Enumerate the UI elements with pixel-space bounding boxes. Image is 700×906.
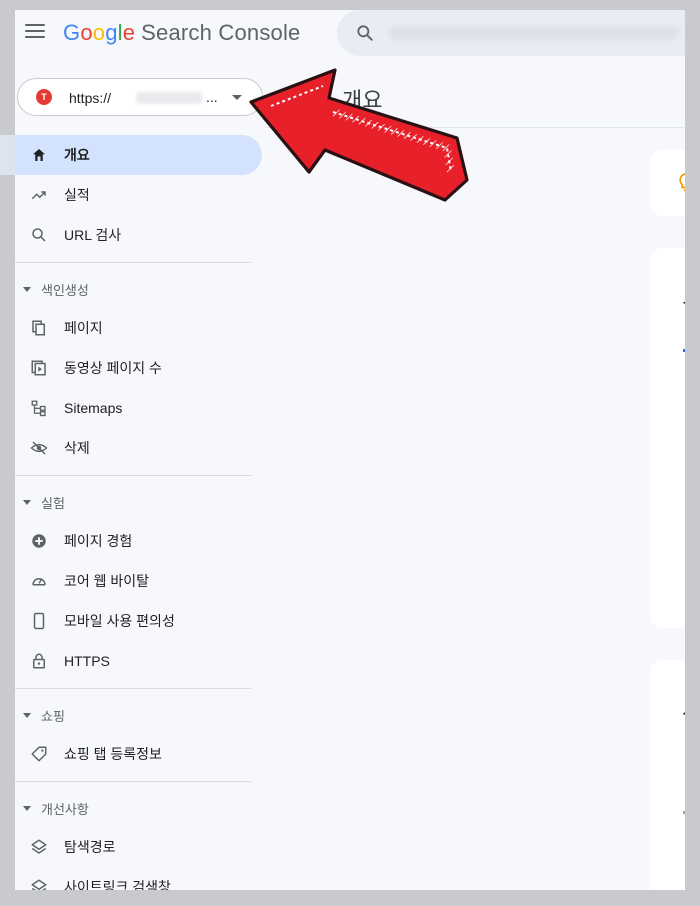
layers-icon (30, 878, 48, 890)
search-icon (357, 25, 373, 41)
sidebar-item-mobile-usability[interactable]: 모바일 사용 편의성 (15, 601, 265, 641)
tag-icon (30, 745, 48, 763)
speed-gauge-icon (30, 572, 48, 590)
series-legend-marker (683, 811, 685, 814)
series-legend-marker (683, 349, 685, 352)
sidebar-item-label: HTTPS (64, 653, 110, 669)
visibility-off-icon (30, 439, 48, 457)
section-header-experience[interactable]: 실험 (15, 483, 265, 521)
red-annotation-arrow (249, 68, 469, 202)
sidebar-item-pages[interactable]: 페이지 (15, 308, 265, 348)
sidebar-item-label: 삭제 (64, 440, 90, 456)
nav-divider (15, 688, 251, 689)
caret-down-icon (23, 805, 31, 811)
sidebar-item-video-pages[interactable]: 동영상 페이지 수 (15, 348, 265, 388)
search-console-app: Google Search Console T https:// ... 개요 개… (15, 10, 685, 890)
sidebar-item-removals[interactable]: 삭제 (15, 428, 265, 468)
sidebar-edge (0, 135, 15, 175)
sidebar-item-label: 사이트링크 검색창 (64, 879, 171, 890)
sidebar-item-https[interactable]: HTTPS (15, 641, 265, 681)
property-url: https:// (69, 90, 112, 106)
hamburger-menu-icon[interactable] (25, 24, 45, 40)
performance-card-heading: 실 (682, 288, 685, 317)
trending-up-icon (30, 186, 48, 204)
property-selector[interactable]: T https:// ... (17, 78, 263, 116)
caret-down-icon (23, 286, 31, 292)
sitemap-icon (30, 399, 48, 417)
sidebar-item-breadcrumbs[interactable]: 탐색경로 (15, 827, 265, 867)
sidebar-item-sitelinks-searchbox[interactable]: 사이트링크 검색창 (15, 867, 265, 890)
sidebar-item-label: 동영상 페이지 수 (64, 360, 162, 376)
layers-icon (30, 838, 48, 856)
sidebar-item-core-web-vitals[interactable]: 코어 웹 바이탈 (15, 561, 265, 601)
sidebar-item-label: 페이지 (64, 320, 103, 336)
lock-icon (30, 652, 48, 670)
product-name: Search Console (141, 20, 301, 45)
nav-divider (15, 262, 251, 263)
nav-divider (15, 781, 251, 782)
property-url-redacted (136, 92, 202, 104)
video-library-icon (30, 359, 48, 377)
file-copy-icon (683, 765, 685, 783)
sidebar-item-label: 실적 (64, 187, 90, 203)
caret-down-icon (23, 712, 31, 718)
add-circle-icon (30, 532, 48, 550)
sidebar-item-url-inspection[interactable]: URL 검사 (15, 215, 265, 255)
sidebar-item-label: 개요 (64, 147, 90, 163)
home-icon (30, 146, 48, 164)
lightbulb-icon (679, 173, 685, 192)
indexing-card: 색 30 (650, 660, 685, 890)
smartphone-icon (30, 612, 48, 630)
search-icon (30, 226, 48, 244)
indexing-card-heading: 색 (682, 698, 685, 727)
sidebar-item-label: 쇼핑 탭 등록정보 (64, 746, 162, 762)
search-input-redacted[interactable] (389, 26, 679, 40)
property-ellipsis: ... (206, 89, 218, 105)
sidebar-item-merchant-listings[interactable]: 쇼핑 탭 등록정보 (15, 734, 265, 774)
sidebar-item-sitemaps[interactable]: Sitemaps (15, 388, 265, 428)
sidebar-item-label: 탐색경로 (64, 839, 116, 855)
sidebar-item-label: 모바일 사용 편의성 (64, 613, 175, 629)
caret-down-icon (23, 499, 31, 505)
search-bar[interactable] (337, 10, 685, 56)
sidebar-item-label: 코어 웹 바이탈 (64, 573, 150, 589)
sidebar-item-label: URL 검사 (64, 227, 122, 243)
sidebar-nav: 개요 실적 URL 검사 색인생성 페이지 동영상 페이지 수 Sitemaps… (15, 135, 265, 890)
recommendation-card[interactable] (650, 150, 685, 216)
section-header-indexing[interactable]: 색인생성 (15, 270, 265, 308)
sidebar-item-performance[interactable]: 실적 (15, 175, 265, 215)
google-search-console-logo[interactable]: Google Search Console (63, 20, 301, 46)
performance-card: 실 3 2 1 0 23 (650, 248, 685, 628)
sidebar-item-page-experience[interactable]: 페이지 경험 (15, 521, 265, 561)
file-copy-icon (30, 319, 48, 337)
sidebar-item-overview[interactable]: 개요 (15, 135, 262, 175)
section-header-shopping[interactable]: 쇼핑 (15, 696, 265, 734)
site-favicon-icon: T (36, 89, 52, 105)
sidebar-item-label: Sitemaps (64, 400, 123, 416)
sidebar-item-label: 페이지 경험 (64, 533, 133, 549)
section-header-enhancements[interactable]: 개선사항 (15, 789, 265, 827)
chevron-down-icon (232, 95, 242, 100)
nav-divider (15, 475, 251, 476)
